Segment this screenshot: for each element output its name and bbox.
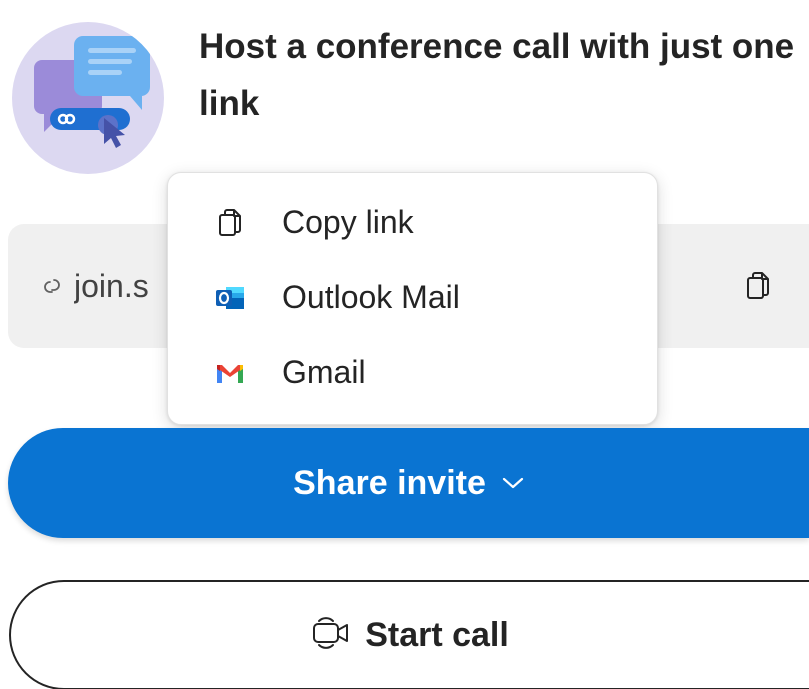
link-icon [39, 273, 65, 299]
menu-item-gmail[interactable]: Gmail [168, 335, 657, 410]
conference-call-panel: Host a conference call with just one lin… [0, 0, 809, 689]
start-call-label: Start call [365, 615, 509, 654]
menu-item-label: Outlook Mail [282, 279, 460, 315]
copy-link-button[interactable] [738, 268, 778, 308]
start-call-button[interactable]: Start call [9, 580, 809, 689]
menu-item-copy-link[interactable]: Copy link [168, 185, 657, 260]
menu-item-label: Copy link [282, 204, 414, 240]
outlook-icon [212, 280, 248, 316]
chevron-down-icon [502, 476, 524, 495]
conference-link-illustration [12, 22, 164, 174]
share-invite-button[interactable]: Share invite [8, 428, 809, 538]
video-camera-icon [311, 616, 355, 654]
page-title: Host a conference call with just one lin… [199, 27, 795, 123]
copy-icon [212, 205, 248, 241]
menu-item-label: Gmail [282, 354, 366, 390]
share-invite-menu: Copy link Outlook Mail Gmail [167, 172, 658, 425]
menu-item-outlook-mail[interactable]: Outlook Mail [168, 260, 657, 335]
share-invite-label: Share invite [293, 463, 486, 502]
copy-icon [746, 271, 770, 305]
gmail-icon [212, 355, 248, 391]
